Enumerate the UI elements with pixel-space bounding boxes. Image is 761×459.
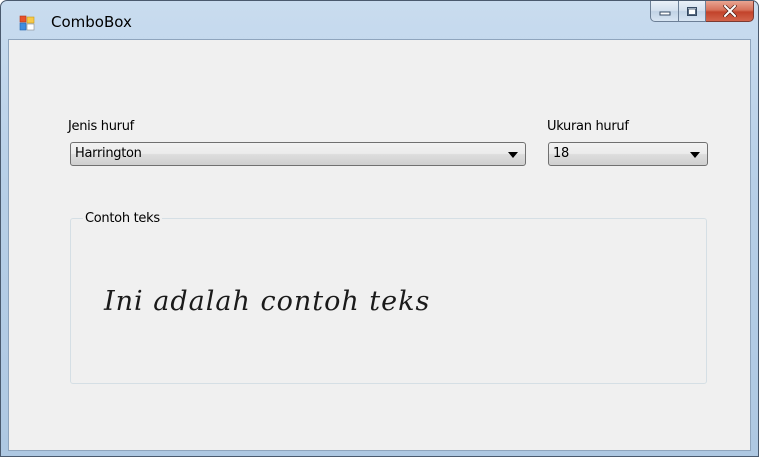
close-icon xyxy=(722,5,737,17)
font-size-label: Ukuran huruf xyxy=(547,119,629,134)
minimize-button[interactable] xyxy=(650,1,679,22)
caption-buttons xyxy=(650,1,754,23)
font-family-value: Harrington xyxy=(75,146,142,161)
window-title: ComboBox xyxy=(51,13,132,31)
chevron-down-icon[interactable] xyxy=(508,152,518,158)
font-size-value: 18 xyxy=(553,146,569,161)
font-size-combobox[interactable]: 18 xyxy=(548,142,708,166)
close-button[interactable] xyxy=(706,1,754,22)
app-window: ComboBox Jenis huruf Harrington Ukuran h… xyxy=(0,0,759,457)
maximize-button[interactable] xyxy=(679,1,706,22)
font-family-combobox[interactable]: Harrington xyxy=(70,142,526,166)
sample-text-legend: Contoh teks xyxy=(83,211,162,226)
title-bar[interactable]: ComboBox xyxy=(1,1,758,41)
form-client-area: Jenis huruf Harrington Ukuran huruf 18 C… xyxy=(8,39,751,451)
maximize-icon xyxy=(687,6,697,16)
chevron-down-icon[interactable] xyxy=(690,152,700,158)
minimize-icon xyxy=(659,11,670,16)
app-icon xyxy=(19,15,35,31)
font-family-label: Jenis huruf xyxy=(68,119,134,134)
sample-text: Ini adalah contoh teks xyxy=(104,286,431,317)
